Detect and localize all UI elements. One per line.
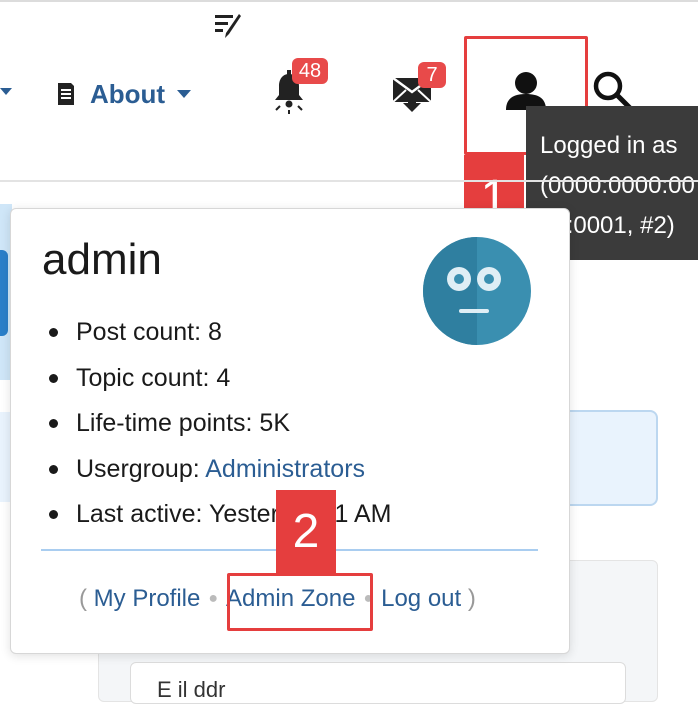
log-out-link[interactable]: Log out	[381, 585, 461, 612]
open-paren: (	[79, 585, 87, 612]
tooltip-line-2: (0000:0000:00	[540, 172, 695, 199]
separator-dot: ●	[208, 590, 219, 607]
my-profile-link[interactable]: My Profile	[94, 585, 201, 612]
usergroup-link[interactable]: Administrators	[205, 455, 365, 483]
step-marker-2: 2	[276, 490, 336, 574]
avatar[interactable]	[423, 237, 531, 345]
tooltip-line-1: Logged in as	[540, 132, 678, 159]
profile-username: admin	[42, 235, 162, 284]
usergroup-label: Usergroup:	[76, 454, 206, 483]
stat-lifetime-points: Life-time points: 5K	[42, 400, 391, 446]
stat-usergroup: Usergroup: Administrators	[42, 446, 391, 492]
feather-lines-logo-icon[interactable]	[213, 12, 243, 40]
background-panel	[560, 410, 658, 506]
highlight-box-admin-zone	[227, 573, 373, 631]
background-email-label: E il ddr	[157, 677, 226, 702]
nav-dropdown-caret[interactable]	[0, 88, 12, 95]
background-email-field[interactable]: E il ddr	[130, 662, 626, 704]
nav-about-label: About	[90, 78, 166, 109]
stat-post-count: Post count: 8	[42, 309, 391, 355]
stat-last-active: Last active: Yester 12:31 AM	[42, 491, 391, 537]
chevron-down-icon	[177, 90, 192, 98]
profile-stats-list: Post count: 8 Topic count: 4 Life-time p…	[42, 309, 391, 537]
stat-topic-count: Topic count: 4	[42, 355, 391, 401]
close-paren: )	[467, 585, 476, 612]
document-icon	[58, 83, 74, 105]
nav-about[interactable]: About	[56, 78, 192, 110]
top-border	[0, 0, 698, 2]
header-divider	[0, 180, 698, 182]
background-panel-left	[0, 412, 10, 502]
messages-count-badge: 7	[418, 62, 446, 88]
notifications-count-badge: 48	[292, 58, 328, 84]
